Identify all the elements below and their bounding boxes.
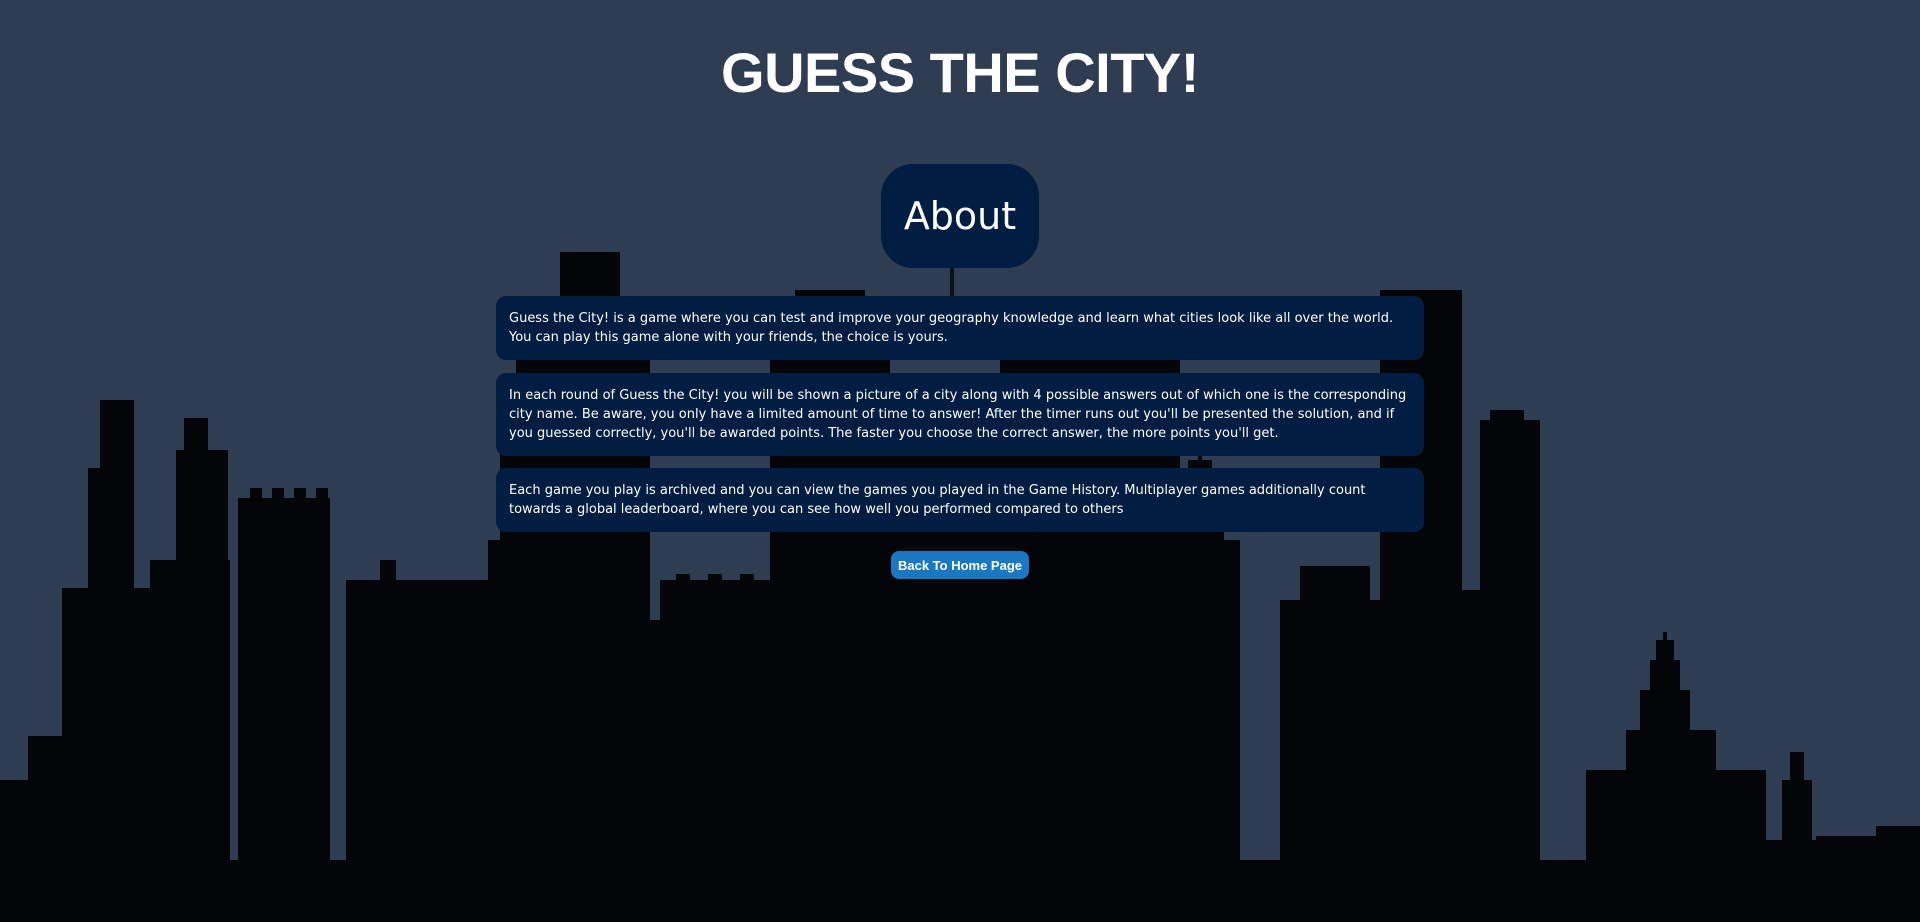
about-paragraph-intro: Guess the City! is a game where you can …	[496, 296, 1424, 360]
about-paragraph-rounds: In each round of Guess the City! you wil…	[496, 373, 1424, 456]
about-heading: About	[881, 164, 1039, 268]
about-page: GUESS THE CITY! About Guess the City! is…	[0, 0, 1920, 922]
back-to-home-button[interactable]: Back To Home Page	[891, 551, 1029, 579]
page-title: GUESS THE CITY!	[721, 41, 1199, 104]
about-paragraph-history: Each game you play is archived and you c…	[496, 468, 1424, 532]
